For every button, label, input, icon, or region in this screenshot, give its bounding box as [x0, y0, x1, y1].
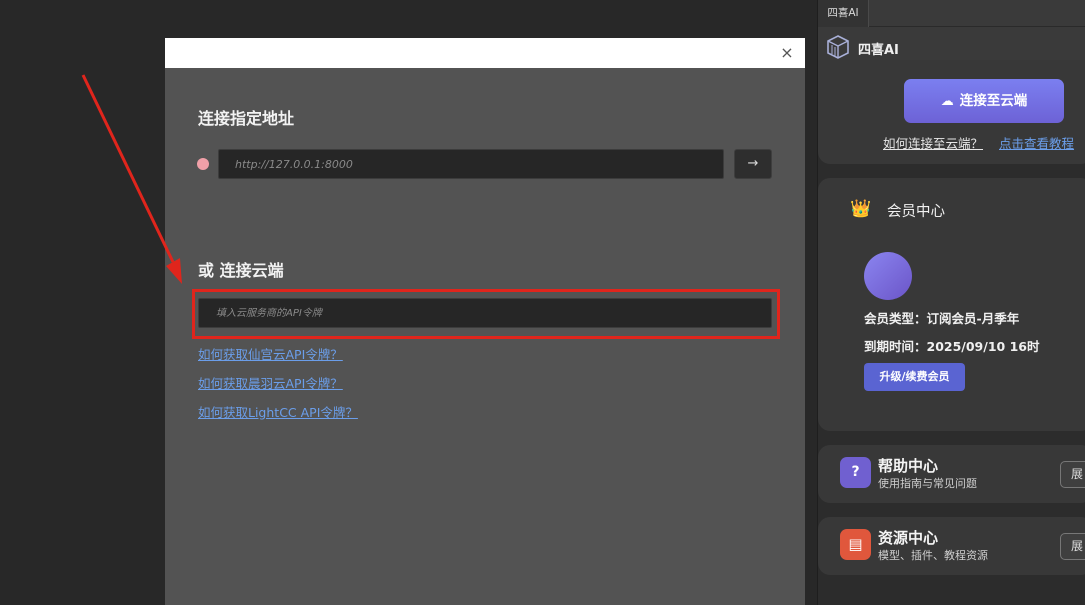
help-center-card: ? 帮助中心 使用指南与常见问题 展: [818, 445, 1085, 503]
question-icon: ?: [840, 457, 871, 488]
link-chenyuyun-token[interactable]: 如何获取晨羽云API令牌？: [198, 373, 343, 392]
resource-center-subtitle: 模型、插件、教程资源: [878, 549, 988, 562]
connect-cloud-button[interactable]: ☁ 连接至云端: [904, 79, 1064, 123]
connect-cloud-label: 连接至云端: [959, 93, 1028, 109]
books-icon: ▤: [840, 529, 871, 560]
connect-go-button[interactable]: →: [734, 149, 772, 179]
cloud-connect-card: ☁ 连接至云端 如何连接至云端？ 点击查看教程: [818, 60, 1085, 164]
close-icon[interactable]: ×: [777, 43, 797, 63]
cloud-connect-title: 或 连接云端: [198, 261, 284, 280]
link-xiangongyun-token[interactable]: 如何获取仙宫云API令牌？: [198, 344, 343, 363]
resource-center-title: 资源中心: [878, 529, 939, 547]
link-lightcc-token[interactable]: 如何获取LightCC API令牌？: [198, 402, 358, 421]
arrow-shaft: [81, 74, 175, 263]
member-center-card: 👑 会员中心 会员类型：订阅会员-月季年 到期时间：2025/09/10 16时…: [818, 178, 1085, 431]
help-expand-button[interactable]: 展: [1060, 461, 1085, 488]
help-center-title: 帮助中心: [878, 457, 939, 475]
cube-logo-icon: [827, 35, 849, 59]
resource-center-card: ▤ 资源中心 模型、插件、教程资源 展: [818, 517, 1085, 575]
crown-icon: 👑: [850, 199, 872, 219]
avatar: [864, 252, 912, 300]
brand-name: 四喜AI: [858, 43, 899, 58]
connection-status-dot: [197, 158, 209, 170]
api-token-input[interactable]: [198, 298, 772, 328]
server-url-input[interactable]: [218, 149, 724, 179]
member-center-title: 会员中心: [887, 204, 945, 220]
member-type: 会员类型：订阅会员-月季年: [864, 311, 1020, 326]
upgrade-membership-button[interactable]: 升级/续费会员: [864, 363, 965, 391]
local-connect-title: 连接指定地址: [198, 109, 295, 128]
side-panel: 四喜AI 四喜AI ☁ 连接至云端 如何连接至云端？ 点击查看教程 👑 会员中心 …: [817, 0, 1085, 605]
cloud-howto-link[interactable]: 如何连接至云端？: [883, 133, 983, 152]
member-expiry: 到期时间：2025/09/10 16时: [864, 339, 1040, 354]
cloud-tutorial-link[interactable]: 点击查看教程: [999, 133, 1074, 152]
connect-dialog: × 连接指定地址 → 或 连接云端 如何获取仙宫云API令牌？ 如何获取晨羽云A…: [165, 38, 805, 605]
panel-tabbar: 四喜AI: [818, 0, 1085, 27]
tab-sixi-ai[interactable]: 四喜AI: [818, 0, 869, 27]
resource-expand-button[interactable]: 展: [1060, 533, 1085, 560]
dialog-titlebar: ×: [165, 38, 805, 68]
cloud-icon: ☁: [940, 94, 954, 109]
help-center-subtitle: 使用指南与常见问题: [878, 477, 977, 490]
